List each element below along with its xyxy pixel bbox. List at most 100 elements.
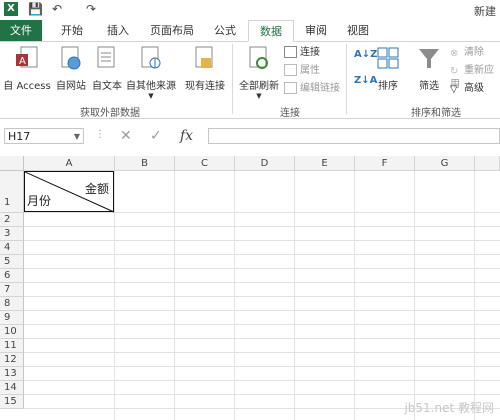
undo-icon[interactable]: ↶ [52, 2, 62, 16]
tab-view[interactable]: 视图 [340, 20, 376, 41]
enter-icon[interactable]: ✓ [150, 128, 162, 144]
grid-line [24, 296, 500, 297]
connections-icon [284, 46, 297, 58]
access-icon: A [16, 46, 38, 68]
ribbon-data: A 自 Access 自网站 自文本 自其他来源 ▼ 现有连接 获取外部数据 全… [0, 42, 500, 119]
grid-line [294, 171, 295, 420]
row-header[interactable]: 15 [0, 395, 24, 409]
properties-icon [284, 64, 297, 76]
filter-icon [419, 49, 439, 68]
row-header[interactable]: 7 [0, 283, 24, 297]
grid-line [24, 338, 500, 339]
existing-connections-icon [195, 46, 213, 68]
grid-line [24, 254, 500, 255]
refresh-all-button[interactable]: 全部刷新 ▼ [236, 46, 282, 100]
advanced-button[interactable]: ▽ 高级 [450, 82, 484, 96]
column-header-g[interactable]: G [415, 156, 475, 171]
from-other-sources-button[interactable]: 自其他来源 ▼ [124, 46, 178, 100]
text-file-icon [97, 46, 115, 68]
column-header-a[interactable]: A [24, 156, 115, 171]
filter-button[interactable]: 筛选 [414, 46, 444, 92]
ribbon-separator [346, 44, 347, 114]
name-box-value: H17 [8, 130, 31, 143]
tab-data[interactable]: 数据 [248, 20, 294, 42]
row-header[interactable]: 2 [0, 213, 24, 227]
from-text-button[interactable]: 自文本 [90, 46, 124, 92]
row-header[interactable]: 12 [0, 353, 24, 367]
column-header-f[interactable]: F [355, 156, 415, 171]
more-icon: ⋮ [95, 129, 105, 140]
row-header[interactable]: 11 [0, 339, 24, 353]
grid-line [24, 366, 500, 367]
spreadsheet-grid: A B C D E F G 1 2 3 4 5 6 7 8 9 10 11 12… [0, 156, 500, 420]
tab-formulas[interactable]: 公式 [206, 20, 244, 41]
clear-button[interactable]: ⊗ 清除 [450, 46, 484, 60]
from-access-button[interactable]: A 自 Access [2, 46, 52, 92]
tab-file[interactable]: 文件 [0, 20, 42, 41]
cell-a1[interactable]: 金额 月份 [24, 171, 115, 213]
tab-insert[interactable]: 插入 [100, 20, 136, 41]
cancel-icon[interactable]: ✕ [120, 128, 132, 144]
connections-label: 连接 [300, 47, 320, 58]
cell-a1-amount-text: 金额 [84, 182, 109, 196]
from-web-label: 自网站 [56, 81, 86, 92]
reapply-button[interactable]: ↻ 重新应用 [450, 64, 500, 90]
row-header[interactable]: 9 [0, 311, 24, 325]
grid-line [24, 282, 500, 283]
reapply-icon: ↻ [450, 66, 459, 77]
from-web-button[interactable]: 自网站 [54, 46, 88, 92]
redo-icon[interactable]: ↷ [86, 2, 96, 16]
grid-line [474, 171, 475, 420]
grid-line [24, 226, 500, 227]
existing-connections-button[interactable]: 现有连接 [182, 46, 228, 92]
formula-bar: H17 ▼ ⋮ ✕ ✓ fx [0, 126, 500, 148]
grid-line [234, 171, 235, 420]
row-header[interactable]: 10 [0, 325, 24, 339]
tab-home[interactable]: 开始 [54, 20, 90, 41]
insert-function-icon[interactable]: fx [180, 128, 193, 144]
row-header[interactable]: 4 [0, 241, 24, 255]
tab-review[interactable]: 审阅 [298, 20, 334, 41]
row-header[interactable]: 1 [0, 171, 24, 213]
title-bar: X 💾 ↶ ↷ 新建 [0, 0, 500, 20]
other-sources-icon [141, 46, 161, 69]
name-box[interactable]: H17 ▼ [4, 128, 84, 144]
ribbon-separator [232, 44, 233, 114]
row-header[interactable]: 6 [0, 269, 24, 283]
row-header[interactable]: 13 [0, 367, 24, 381]
group-label-connections: 连接 [280, 108, 300, 119]
row-header[interactable]: 8 [0, 297, 24, 311]
watermark: jb51.net 教程网 [404, 401, 494, 415]
edit-links-button[interactable]: 编辑链接 [284, 82, 340, 96]
edit-links-label: 编辑链接 [300, 83, 340, 94]
from-access-label: 自 Access [3, 81, 51, 92]
column-header-c[interactable]: C [175, 156, 235, 171]
save-icon[interactable]: 💾 [28, 2, 43, 16]
row-header[interactable]: 14 [0, 381, 24, 395]
tab-page-layout[interactable]: 页面布局 [144, 20, 200, 41]
formula-input[interactable] [208, 128, 500, 144]
grid-line [24, 352, 500, 353]
clear-label: 清除 [464, 47, 484, 58]
refresh-all-label: 全部刷新 [239, 81, 279, 92]
sort-icon [377, 47, 399, 69]
ribbon-tabs: 文件 开始 插入 页面布局 公式 数据 审阅 视图 [0, 20, 500, 42]
row-header[interactable]: 3 [0, 227, 24, 241]
advanced-label: 高级 [464, 83, 484, 94]
connections-button[interactable]: 连接 [284, 46, 320, 60]
from-other-sources-label: 自其他来源 [126, 81, 176, 92]
group-label-get-external: 获取外部数据 [80, 108, 140, 119]
select-all-corner[interactable] [0, 156, 24, 171]
cell-a1-month-text: 月份 [27, 194, 52, 208]
existing-connections-label: 现有连接 [185, 81, 225, 92]
dropdown-arrow-icon: ▼ [256, 92, 262, 100]
properties-button[interactable]: 属性 [284, 64, 320, 78]
column-header-e[interactable]: E [295, 156, 355, 171]
column-header-b[interactable]: B [115, 156, 175, 171]
chevron-down-icon[interactable]: ▼ [74, 129, 80, 145]
column-header-d[interactable]: D [235, 156, 295, 171]
sort-button[interactable]: 排序 [372, 46, 404, 92]
properties-label: 属性 [300, 65, 320, 76]
column-header-h[interactable] [475, 156, 500, 171]
row-header[interactable]: 5 [0, 255, 24, 269]
